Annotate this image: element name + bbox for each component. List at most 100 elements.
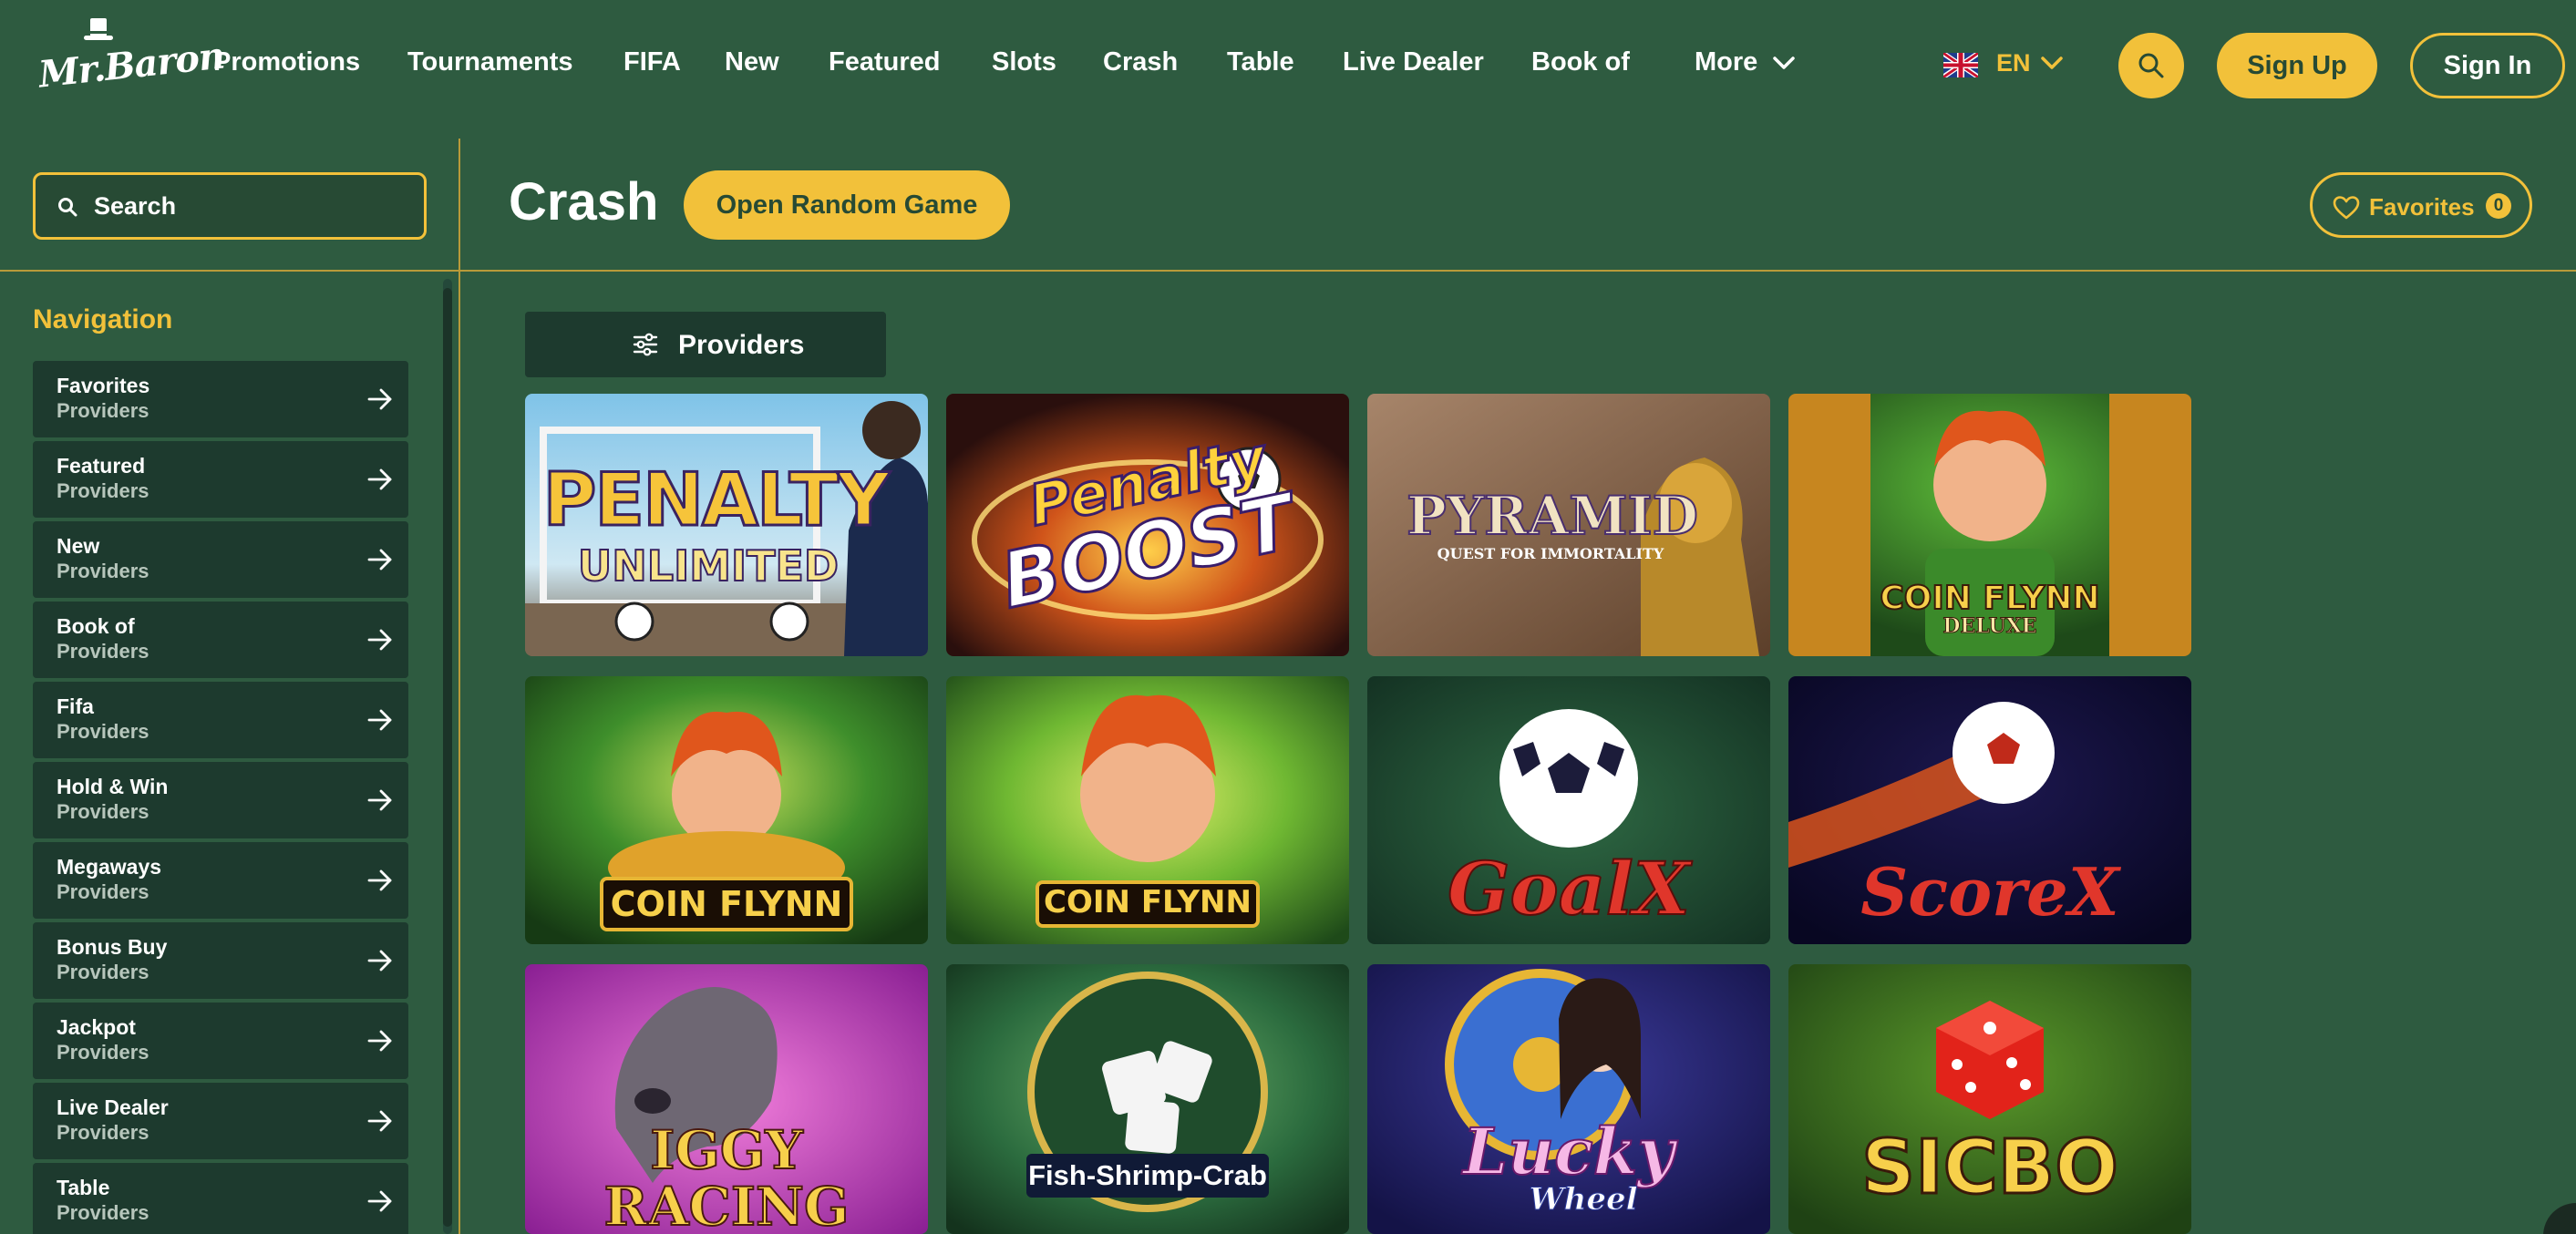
nav-table[interactable]: Table: [1227, 47, 1294, 77]
sliders-icon: [633, 333, 658, 356]
game-title: IGGY: [649, 1118, 804, 1182]
uk-flag-icon[interactable]: [1943, 53, 1978, 77]
search-field[interactable]: [33, 172, 427, 240]
nav-live-dealer[interactable]: Live Dealer: [1343, 47, 1484, 77]
game-thumbnail: [946, 964, 1349, 1234]
arrow-right-icon: [367, 709, 392, 731]
game-title: COIN FLYNN: [1044, 884, 1252, 920]
sidebar-item-fifa[interactable]: Fifa Providers: [33, 682, 408, 758]
game-card-goalx[interactable]: GoalX: [1367, 676, 1770, 944]
sidebar-item-bonus-buy[interactable]: Bonus Buy Providers: [33, 922, 408, 999]
top-header: Mr.Baron Promotions Tournaments FIFA New…: [0, 0, 2576, 137]
game-card-coin-flynn-deluxe[interactable]: COIN FLYNN DELUXE: [1788, 394, 2191, 656]
arrow-right-icon: [367, 549, 392, 571]
game-card-sicbo[interactable]: SICBO: [1788, 964, 2191, 1234]
sidebar-item-title: Live Dealer: [57, 1095, 169, 1119]
sidebar-item-subtitle: Providers: [57, 1121, 149, 1144]
chat-widget-button[interactable]: [2543, 1203, 2576, 1234]
game-title: GoalX: [1447, 845, 1691, 932]
game-card-scorex[interactable]: ScoreX: [1788, 676, 2191, 944]
sidebar-scrollbar-thumb[interactable]: [443, 288, 452, 1227]
game-card-iggy-racing[interactable]: IGGY RACING: [525, 964, 928, 1234]
sidebar-item-megaways[interactable]: Megaways Providers: [33, 842, 408, 919]
search-icon: [58, 198, 77, 217]
sidebar-item-title: Table: [57, 1176, 110, 1199]
sidebar-item-title: Favorites: [57, 374, 150, 397]
sidebar-item-title: Fifa: [57, 694, 94, 718]
sidebar-item-title: Hold & Win: [57, 775, 169, 798]
sidebar-item-featured[interactable]: Featured Providers: [33, 441, 408, 518]
sidebar-item-title: Featured: [57, 454, 146, 478]
sidebar-item-jackpot[interactable]: Jackpot Providers: [33, 1003, 408, 1079]
favorites-button[interactable]: Favorites 0: [2310, 172, 2532, 238]
nav-more[interactable]: More: [1695, 47, 1757, 77]
sidebar-item-live-dealer[interactable]: Live Dealer Providers: [33, 1083, 408, 1159]
sidebar-item-title: New: [57, 534, 100, 558]
game-card-penalty-unlimited[interactable]: PENALTY UNLIMITED: [525, 394, 928, 656]
chevron-down-icon[interactable]: [1770, 51, 1798, 75]
chevron-down-icon[interactable]: [2038, 51, 2066, 75]
nav-fifa[interactable]: FIFA: [623, 47, 681, 77]
arrow-right-icon: [367, 1110, 392, 1132]
game-card-penalty-boost[interactable]: Penalty BOOST: [946, 394, 1349, 656]
sidebar-item-title: Jackpot: [57, 1015, 136, 1039]
arrow-right-icon: [367, 1030, 392, 1052]
game-title: Lucky: [1462, 1113, 1675, 1190]
arrow-right-icon: [367, 869, 392, 891]
game-title: PYRAMID: [1406, 484, 1699, 548]
arrow-right-icon: [367, 789, 392, 811]
arrow-right-icon: [367, 388, 392, 410]
providers-filter-button[interactable]: Providers: [525, 312, 886, 377]
nav-book-of[interactable]: Book of: [1531, 47, 1630, 77]
arrow-right-icon: [367, 1190, 392, 1212]
sidebar-item-subtitle: Providers: [57, 399, 149, 422]
nav-promotions[interactable]: Promotions: [213, 47, 360, 77]
game-card-coin-flynn-2[interactable]: COIN FLYNN: [946, 676, 1349, 944]
game-card-coin-flynn[interactable]: COIN FLYNN: [525, 676, 928, 944]
arrow-right-icon: [367, 629, 392, 651]
search-input[interactable]: [94, 184, 404, 228]
nav-crash[interactable]: Crash: [1103, 47, 1178, 77]
language-code[interactable]: EN: [1996, 49, 2031, 77]
open-random-game-button[interactable]: Open Random Game: [684, 170, 1010, 240]
sidebar-item-subtitle: Providers: [57, 560, 149, 582]
site-logo[interactable]: Mr.Baron: [36, 16, 226, 97]
nav-slots[interactable]: Slots: [992, 47, 1056, 77]
game-title: ScoreX: [1860, 853, 2119, 931]
header-search-button[interactable]: [2118, 33, 2184, 98]
sidebar-item-hold-and-win[interactable]: Hold & Win Providers: [33, 762, 408, 838]
sidebar-scrollbar[interactable]: [443, 279, 452, 1234]
nav-new[interactable]: New: [725, 47, 779, 77]
sign-in-button[interactable]: Sign In: [2410, 33, 2565, 98]
arrow-right-icon: [367, 468, 392, 490]
providers-label: Providers: [678, 330, 805, 360]
sidebar-item-title: Bonus Buy: [57, 935, 168, 959]
game-card-fish-shrimp-crab[interactable]: Fish-Shrimp-Crab: [946, 964, 1349, 1234]
logo-wordmark: Mr.Baron: [36, 34, 227, 97]
game-title: COIN FLYNN: [610, 884, 843, 924]
game-subtitle: DELUXE: [1942, 614, 2037, 639]
favorites-label: Favorites: [2369, 193, 2475, 221]
sidebar-nav: Favorites Providers Featured Providers N…: [33, 361, 408, 1234]
game-card-lucky-wheel[interactable]: Lucky Wheel: [1367, 964, 1770, 1234]
game-subtitle: RACING: [603, 1175, 850, 1234]
sidebar-item-new[interactable]: New Providers: [33, 521, 408, 598]
sidebar-item-subtitle: Providers: [57, 880, 149, 903]
nav-tournaments[interactable]: Tournaments: [407, 47, 573, 77]
game-title: PENALTY: [541, 457, 891, 544]
favorites-count-badge: 0: [2486, 193, 2511, 219]
heart-icon: [2333, 196, 2360, 220]
sidebar-item-book-of[interactable]: Book of Providers: [33, 602, 408, 678]
sidebar-item-favorites[interactable]: Favorites Providers: [33, 361, 408, 437]
sign-up-button[interactable]: Sign Up: [2217, 33, 2377, 98]
sidebar-item-subtitle: Providers: [57, 479, 149, 502]
sidebar-item-subtitle: Providers: [57, 720, 149, 743]
game-subtitle: QUEST FOR IMMORTALITY: [1437, 545, 1664, 562]
sidebar-item-title: Megaways: [57, 855, 162, 879]
game-card-pyramid[interactable]: PYRAMID QUEST FOR IMMORTALITY: [1367, 394, 1770, 656]
nav-featured[interactable]: Featured: [829, 47, 940, 77]
game-grid: PENALTY UNLIMITED Penalty BOOST PYRAMID …: [525, 394, 2193, 1234]
top-hat-icon: [84, 18, 113, 40]
page-title: Crash: [509, 172, 659, 231]
sidebar-item-table[interactable]: Table Providers: [33, 1163, 408, 1234]
